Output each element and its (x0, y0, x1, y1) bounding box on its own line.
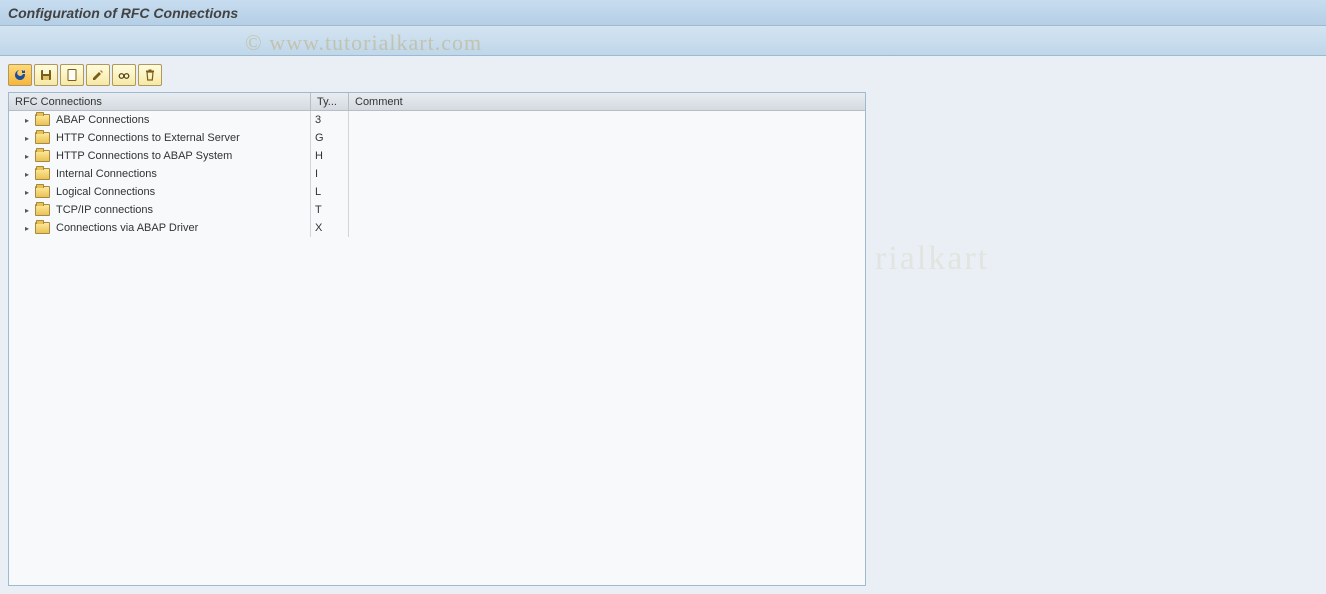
expand-icon[interactable]: ▸ (23, 170, 31, 178)
rfc-tree-panel: RFC Connections Ty... Comment ▸ ABAP Con… (8, 92, 866, 586)
glasses-icon (117, 68, 131, 82)
expand-icon[interactable]: ▸ (23, 224, 31, 232)
tree-node-comment (349, 201, 865, 219)
tree-node-label: Connections via ABAP Driver (56, 222, 198, 234)
tree-node-type: T (311, 201, 349, 219)
tree-node-comment (349, 111, 865, 129)
delete-button[interactable] (138, 64, 162, 86)
refresh-button[interactable] (8, 64, 32, 86)
expand-icon[interactable]: ▸ (23, 152, 31, 160)
column-header-comment[interactable]: Comment (349, 93, 865, 110)
folder-icon (35, 150, 50, 162)
pencil-icon (91, 68, 105, 82)
tree-node-type: 3 (311, 111, 349, 129)
expand-icon[interactable]: ▸ (23, 134, 31, 142)
tree-row[interactable]: ▸ ABAP Connections 3 (9, 111, 865, 129)
tree-row[interactable]: ▸ TCP/IP connections T (9, 201, 865, 219)
tree-node-comment (349, 183, 865, 201)
edit-button[interactable] (86, 64, 110, 86)
window-title: Configuration of RFC Connections (8, 5, 238, 21)
tree-node-comment (349, 147, 865, 165)
tree-row[interactable]: ▸ Logical Connections L (9, 183, 865, 201)
tree-row[interactable]: ▸ HTTP Connections to External Server G (9, 129, 865, 147)
content-area: RFC Connections Ty... Comment ▸ ABAP Con… (0, 56, 1326, 594)
tree-node-label: Logical Connections (56, 186, 155, 198)
trash-icon (143, 68, 157, 82)
folder-icon (35, 114, 50, 126)
expand-icon[interactable]: ▸ (23, 206, 31, 214)
tree-node-label: HTTP Connections to External Server (56, 132, 240, 144)
refresh-icon (13, 68, 27, 82)
application-toolbar-spacer (0, 26, 1326, 56)
tree-node-label: Internal Connections (56, 168, 157, 180)
folder-icon (35, 222, 50, 234)
tree-toolbar (8, 64, 1318, 86)
folder-icon (35, 186, 50, 198)
tree-node-label: ABAP Connections (56, 114, 149, 126)
expand-icon[interactable]: ▸ (23, 116, 31, 124)
tree-row[interactable]: ▸ Connections via ABAP Driver X (9, 219, 865, 237)
folder-icon (35, 132, 50, 144)
folder-icon (35, 204, 50, 216)
tree-node-comment (349, 219, 865, 237)
tree-row[interactable]: ▸ HTTP Connections to ABAP System H (9, 147, 865, 165)
create-button[interactable] (60, 64, 84, 86)
tree-node-comment (349, 129, 865, 147)
display-button[interactable] (112, 64, 136, 86)
tree-node-type: H (311, 147, 349, 165)
expand-icon[interactable]: ▸ (23, 188, 31, 196)
tree-header-row: RFC Connections Ty... Comment (9, 93, 865, 111)
tree-node-type: X (311, 219, 349, 237)
tree-node-comment (349, 165, 865, 183)
tree-body: ▸ ABAP Connections 3 ▸ HTTP Connections … (9, 111, 865, 585)
tree-node-type: L (311, 183, 349, 201)
tree-node-label: TCP/IP connections (56, 204, 153, 216)
folder-icon (35, 168, 50, 180)
save-icon (39, 68, 53, 82)
document-icon (65, 68, 79, 82)
save-button[interactable] (34, 64, 58, 86)
tree-node-label: HTTP Connections to ABAP System (56, 150, 232, 162)
column-header-type[interactable]: Ty... (311, 93, 349, 110)
tree-node-type: G (311, 129, 349, 147)
tree-row[interactable]: ▸ Internal Connections I (9, 165, 865, 183)
window-title-bar: Configuration of RFC Connections (0, 0, 1326, 26)
column-header-name[interactable]: RFC Connections (9, 93, 311, 110)
tree-node-type: I (311, 165, 349, 183)
